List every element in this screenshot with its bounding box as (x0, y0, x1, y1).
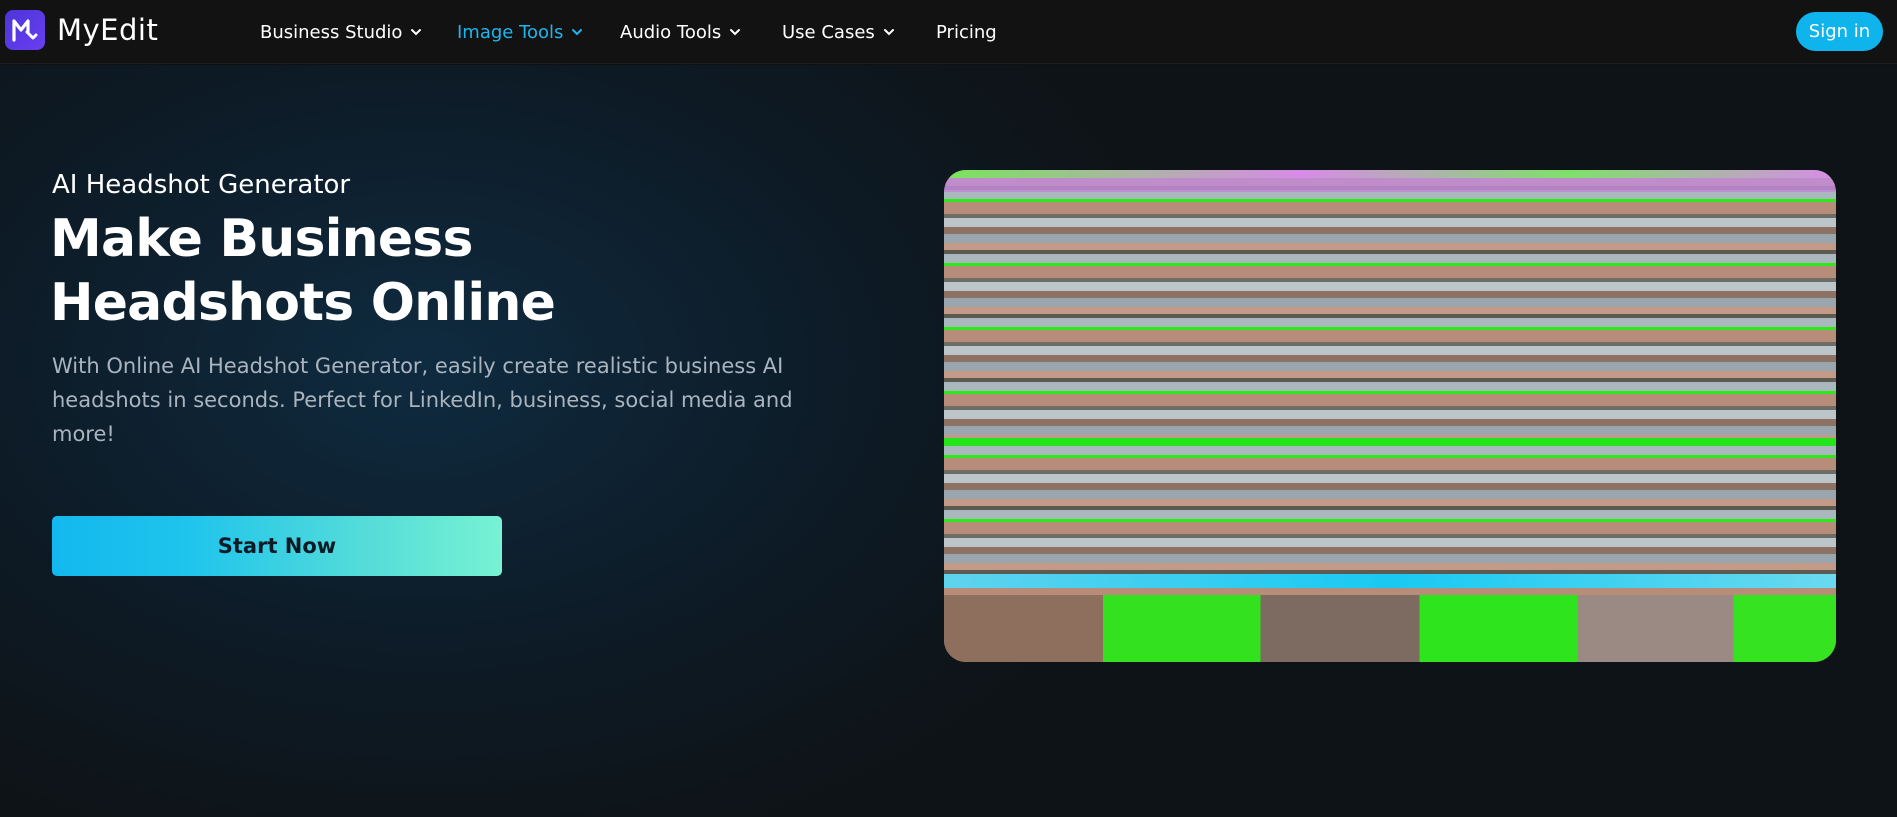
nav-item-label: Audio Tools (620, 21, 722, 43)
chevron-down-icon (572, 29, 583, 36)
page-title: Make Business Headshots Online (50, 209, 556, 333)
myedit-logo-icon (5, 10, 45, 50)
brand-name: MyEdit (57, 13, 159, 47)
nav-item-use-cases[interactable]: Use Cases (782, 19, 896, 45)
preview-band (944, 170, 1836, 178)
chevron-down-icon (411, 29, 422, 36)
nav-item-label: Image Tools (457, 21, 564, 43)
hero-description: With Online AI Headshot Generator, easil… (52, 354, 793, 446)
preview-band (944, 574, 1836, 588)
headshot-preview-image (944, 170, 1836, 662)
chevron-down-icon (883, 29, 894, 36)
nav-item-image-tools[interactable]: Image Tools (457, 19, 584, 45)
preview-band (944, 178, 1836, 192)
nav-item-label: Pricing (936, 21, 997, 43)
nav-item-business-studio[interactable]: Business Studio (260, 19, 423, 45)
hero-eyebrow: AI Headshot Generator (52, 170, 351, 200)
nav-item-pricing[interactable]: Pricing (936, 19, 997, 45)
nav-item-audio-tools[interactable]: Audio Tools (620, 19, 742, 45)
nav-item-label: Use Cases (782, 21, 875, 43)
chevron-down-icon (730, 29, 741, 36)
sign-in-button[interactable]: Sign in (1796, 12, 1883, 51)
top-navigation-bar: MyEdit Business Studio Image Tools Audio… (0, 0, 1897, 64)
start-now-button[interactable]: Start Now (52, 516, 502, 576)
preview-band (944, 595, 1836, 662)
nav-item-label: Business Studio (260, 21, 403, 43)
preview-band (944, 438, 1836, 446)
brand-logo[interactable]: MyEdit (5, 10, 158, 50)
